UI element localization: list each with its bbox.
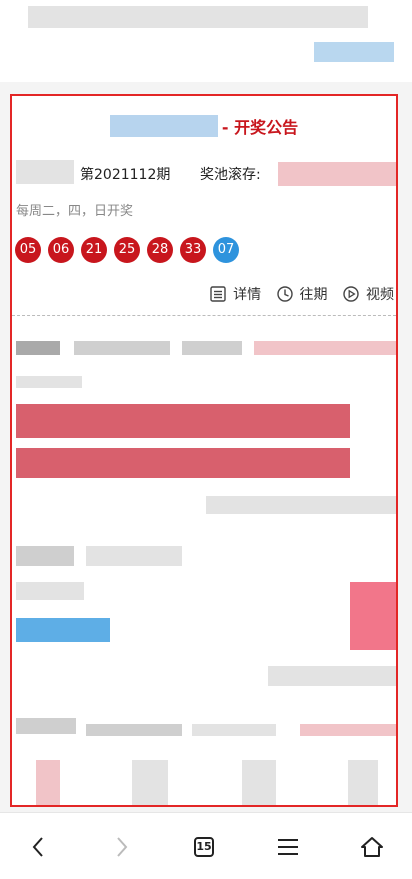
- blurred-text: [86, 546, 182, 566]
- blurred-text: [74, 341, 170, 355]
- clock-icon: [276, 286, 293, 302]
- blurred-text: [348, 760, 378, 805]
- blurred-text: [254, 341, 396, 355]
- chevron-right-icon: [117, 837, 128, 857]
- blurred-tags: [16, 618, 110, 642]
- blurred-text: [132, 760, 168, 805]
- tabs-button[interactable]: 15: [184, 827, 224, 867]
- history-link[interactable]: 往期: [276, 284, 328, 304]
- blurred-text: [300, 724, 396, 736]
- card-title: - 开奖公告: [12, 114, 396, 138]
- history-label: 往期: [299, 287, 328, 303]
- lottery-announcement-card: - 开奖公告 第2021112期 奖池滚存: 每周二，四，日开奖 05 06 21 2…: [10, 94, 398, 807]
- blurred-text: [206, 496, 396, 514]
- browser-bottom-nav: 15: [0, 812, 412, 879]
- blurred-banner: [16, 404, 350, 438]
- menu-button[interactable]: [268, 827, 308, 867]
- home-button[interactable]: [352, 827, 392, 867]
- blurred-text: [16, 718, 76, 734]
- blurred-text: [268, 666, 396, 686]
- blurred-banner: [16, 448, 350, 478]
- blurred-text: [314, 42, 394, 62]
- pool-label: 奖池滚存:: [200, 167, 261, 183]
- red-ball: 05: [15, 237, 41, 263]
- blurred-text: [182, 341, 242, 355]
- draw-schedule: 每周二，四，日开奖: [16, 204, 134, 219]
- play-icon: [343, 286, 359, 302]
- blurred-text: [36, 760, 60, 805]
- details-link[interactable]: 详情: [209, 284, 261, 304]
- blurred-text: [16, 546, 74, 566]
- video-link[interactable]: 视频: [342, 284, 394, 304]
- back-button[interactable]: [18, 827, 58, 867]
- blurred-text: [86, 724, 182, 736]
- tab-count: 15: [194, 837, 214, 857]
- winning-numbers: 05 06 21 25 28 33 07: [15, 237, 246, 264]
- red-ball: 06: [48, 237, 74, 263]
- divider: [12, 315, 396, 316]
- forward-button[interactable]: [102, 827, 142, 867]
- blurred-text: [16, 582, 84, 600]
- blurred-pool-amount: [278, 162, 396, 186]
- hamburger-menu-icon: [278, 839, 298, 855]
- video-label: 视频: [366, 287, 394, 303]
- blurred-image: [350, 582, 396, 650]
- card-title-text: - 开奖公告: [221, 118, 299, 137]
- home-icon: [361, 837, 383, 857]
- issue-number: 第2021112期: [80, 167, 171, 183]
- top-content-card: [0, 0, 412, 82]
- red-ball: 21: [81, 237, 107, 263]
- blue-ball: 07: [213, 237, 239, 263]
- chevron-left-icon: [32, 837, 43, 857]
- card-actions: 详情 往期 视频: [199, 284, 394, 304]
- blurred-text: [16, 341, 60, 355]
- blurred-text: [28, 6, 368, 28]
- red-ball: 33: [180, 237, 206, 263]
- blurred-text: [242, 760, 276, 805]
- red-ball: 28: [147, 237, 173, 263]
- blurred-logo: [16, 160, 74, 184]
- list-icon: [210, 286, 226, 302]
- blurred-text: [192, 724, 276, 736]
- blurred-text: [16, 376, 82, 388]
- red-ball: 25: [114, 237, 140, 263]
- blurred-lottery-name: [109, 115, 218, 137]
- details-label: 详情: [233, 287, 262, 303]
